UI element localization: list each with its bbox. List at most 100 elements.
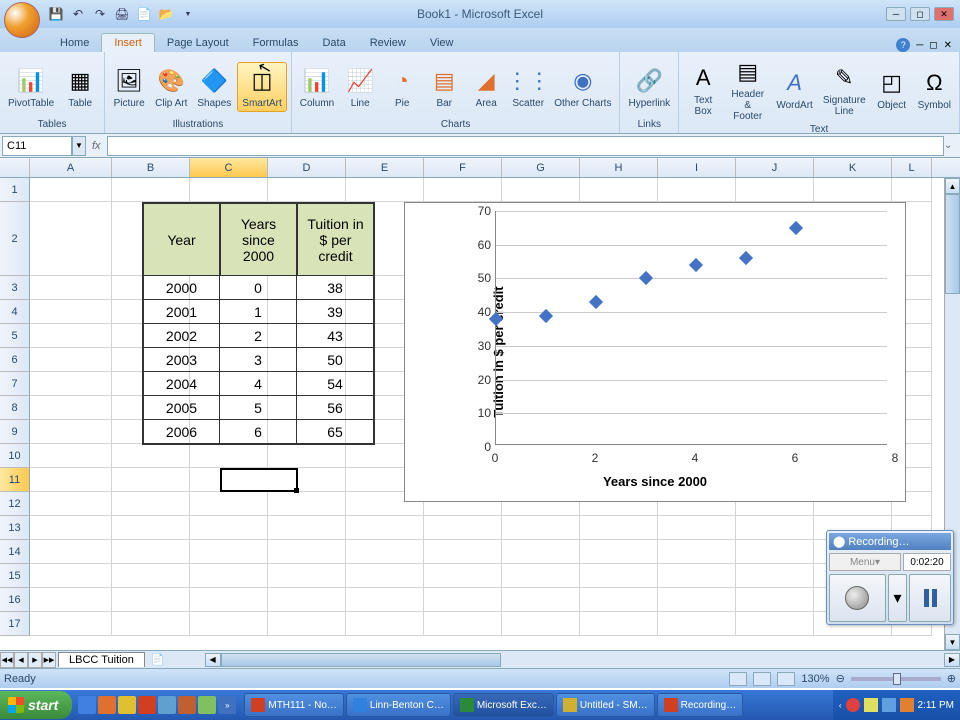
cell-A3[interactable] — [30, 276, 112, 300]
ql-outlook-icon[interactable] — [118, 696, 136, 714]
print-icon[interactable]: 🖨 — [114, 6, 130, 22]
table-button[interactable]: ▦Table — [60, 63, 100, 111]
tray-volume-icon[interactable] — [882, 698, 896, 712]
scroll-up-button[interactable]: ▲ — [945, 178, 960, 194]
table-cell[interactable]: 2 — [220, 324, 297, 348]
ql-ie-icon[interactable] — [78, 696, 96, 714]
cell-J14[interactable] — [736, 540, 814, 564]
recording-dropdown[interactable]: ▾ — [888, 574, 907, 622]
tray-icon-4[interactable] — [900, 698, 914, 712]
cell-D14[interactable] — [268, 540, 346, 564]
cell-I15[interactable] — [658, 564, 736, 588]
office-button[interactable] — [4, 2, 40, 38]
cell-D15[interactable] — [268, 564, 346, 588]
cell-A13[interactable] — [30, 516, 112, 540]
fx-icon[interactable]: fx — [92, 140, 101, 152]
tab-view[interactable]: View — [418, 34, 466, 52]
hyperlink-button[interactable]: 🔗Hyperlink — [624, 63, 674, 111]
worksheet-grid[interactable]: 1234567891011121314151617 Year Years sin… — [0, 178, 960, 650]
table-cell[interactable]: 2005 — [143, 396, 220, 420]
formula-input[interactable] — [107, 136, 944, 156]
cell-B17[interactable] — [112, 612, 190, 636]
cell-A1[interactable] — [30, 178, 112, 202]
cell-A6[interactable] — [30, 348, 112, 372]
tray-expand-icon[interactable]: ‹ — [839, 701, 842, 710]
cell-A10[interactable] — [30, 444, 112, 468]
column-header-a[interactable]: A — [30, 158, 112, 177]
cell-G14[interactable] — [502, 540, 580, 564]
object-button[interactable]: ◰Object — [872, 65, 912, 113]
cell-A2[interactable] — [30, 202, 112, 276]
name-box[interactable]: C11 — [2, 136, 72, 156]
recording-pause-button[interactable] — [909, 574, 951, 622]
cell-C10[interactable] — [190, 444, 268, 468]
sheet-nav-prev[interactable]: ◀ — [14, 652, 28, 668]
cell-I16[interactable] — [658, 588, 736, 612]
table-cell[interactable]: 6 — [220, 420, 297, 444]
cell-B12[interactable] — [112, 492, 190, 516]
column-header-e[interactable]: E — [346, 158, 424, 177]
column-header-k[interactable]: K — [814, 158, 892, 177]
row-header-13[interactable]: 13 — [0, 516, 30, 540]
system-tray[interactable]: ‹ 2:11 PM — [833, 690, 960, 720]
sheet-tab-lbcc[interactable]: LBCC Tuition — [58, 652, 145, 667]
undo-icon[interactable]: ↶ — [70, 6, 86, 22]
row-header-3[interactable]: 3 — [0, 276, 30, 300]
cell-F14[interactable] — [424, 540, 502, 564]
help-icon[interactable]: ? — [896, 38, 910, 52]
recording-widget[interactable]: ⬤Recording… Menu ▾ 0:02:20 ▾ — [826, 530, 954, 625]
chart-plot-area[interactable] — [495, 211, 887, 445]
embedded-chart[interactable]: Tuition in $ per credit 010203040506070 … — [404, 202, 906, 502]
column-header-g[interactable]: G — [502, 158, 580, 177]
other-charts-button[interactable]: ◉Other Charts — [550, 63, 615, 111]
smartart-button[interactable]: ◫SmartArt — [237, 62, 286, 112]
area-chart-button[interactable]: ◢Area — [466, 63, 506, 111]
cell-H17[interactable] — [580, 612, 658, 636]
cell-J1[interactable] — [736, 178, 814, 202]
cell-C15[interactable] — [190, 564, 268, 588]
wordart-button[interactable]: AWordArt — [772, 65, 817, 113]
column-header-f[interactable]: F — [424, 158, 502, 177]
cell-B1[interactable] — [112, 178, 190, 202]
column-header-i[interactable]: I — [658, 158, 736, 177]
row-header-15[interactable]: 15 — [0, 564, 30, 588]
doc-minimize-icon[interactable]: ─ — [916, 40, 923, 51]
cell-A16[interactable] — [30, 588, 112, 612]
table-cell[interactable]: 5 — [220, 396, 297, 420]
textbox-button[interactable]: AText Box — [683, 60, 723, 119]
row-header-17[interactable]: 17 — [0, 612, 30, 636]
cell-G13[interactable] — [502, 516, 580, 540]
cell-F13[interactable] — [424, 516, 502, 540]
name-box-dropdown[interactable]: ▼ — [72, 136, 86, 156]
tab-home[interactable]: Home — [48, 34, 101, 52]
scroll-left-button[interactable]: ◀ — [205, 653, 221, 667]
close-button[interactable]: ✕ — [934, 7, 954, 21]
cell-D1[interactable] — [268, 178, 346, 202]
cell-H14[interactable] — [580, 540, 658, 564]
cell-A12[interactable] — [30, 492, 112, 516]
cell-D10[interactable] — [268, 444, 346, 468]
table-cell[interactable]: 65 — [297, 420, 374, 444]
pivottable-button[interactable]: 📊PivotTable — [4, 63, 58, 111]
chart-data-point[interactable] — [689, 258, 703, 272]
open-icon[interactable]: 📂 — [158, 6, 174, 22]
cell-D13[interactable] — [268, 516, 346, 540]
table-cell[interactable]: 39 — [297, 300, 374, 324]
row-header-16[interactable]: 16 — [0, 588, 30, 612]
taskbar-item[interactable]: Microsoft Exc… — [453, 693, 554, 717]
cell-L1[interactable] — [892, 178, 932, 202]
line-chart-button[interactable]: 📈Line — [340, 63, 380, 111]
normal-view-button[interactable] — [729, 672, 747, 686]
table-cell[interactable]: 56 — [297, 396, 374, 420]
cell-B10[interactable] — [112, 444, 190, 468]
table-cell[interactable]: 2000 — [143, 276, 220, 300]
table-cell[interactable]: 38 — [297, 276, 374, 300]
cell-B13[interactable] — [112, 516, 190, 540]
clipart-button[interactable]: 🎨Clip Art — [151, 63, 191, 111]
cell-B16[interactable] — [112, 588, 190, 612]
qat-dropdown-icon[interactable]: ▼ — [180, 6, 196, 22]
cell-J13[interactable] — [736, 516, 814, 540]
ql-expand-icon[interactable]: » — [218, 696, 236, 714]
cell-I14[interactable] — [658, 540, 736, 564]
tab-page-layout[interactable]: Page Layout — [155, 34, 241, 52]
